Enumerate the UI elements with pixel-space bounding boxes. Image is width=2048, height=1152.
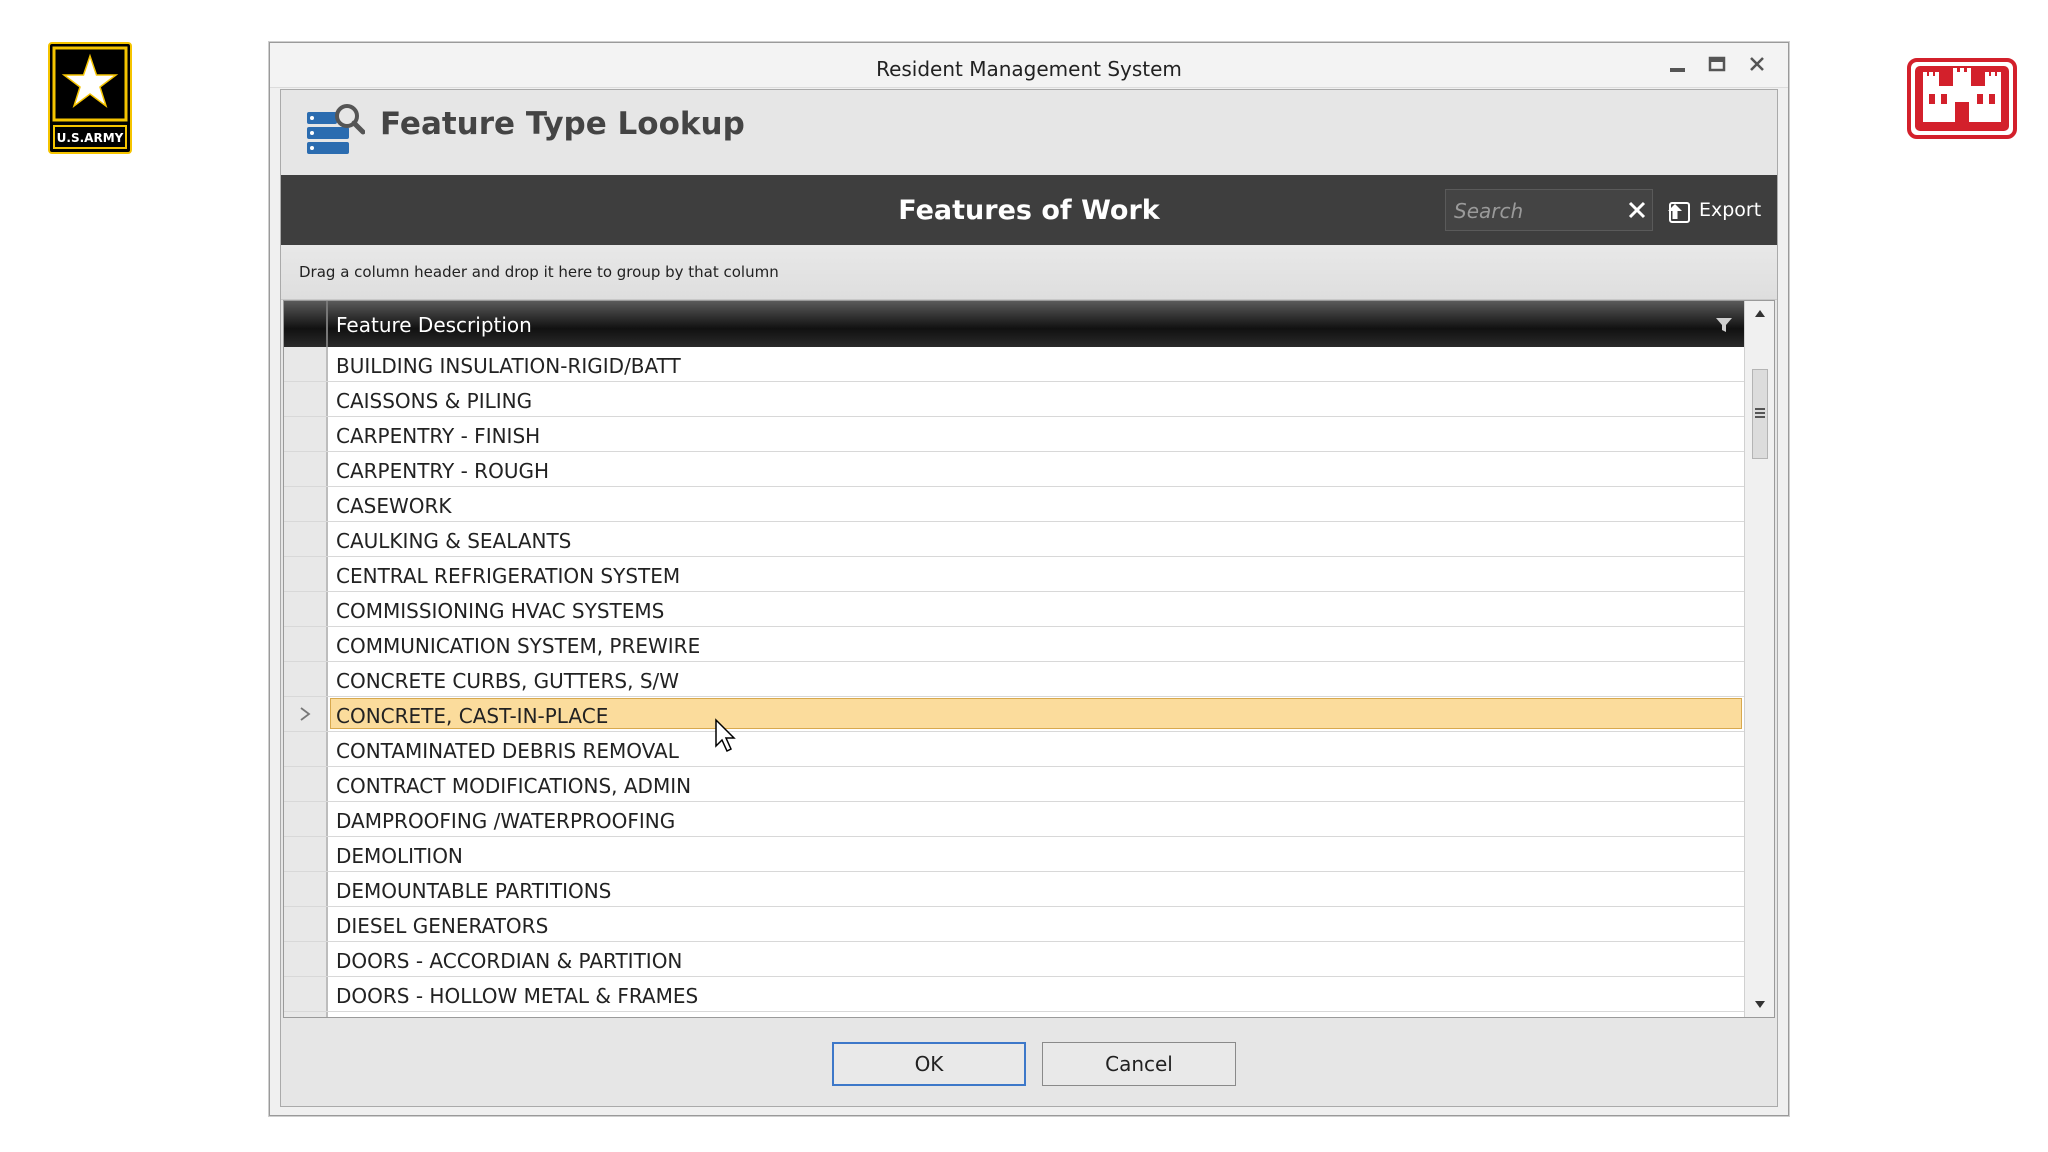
table-row[interactable]: CARPENTRY - ROUGH — [284, 452, 1744, 487]
feature-description-cell: COMMUNICATION SYSTEM, PREWIRE — [336, 634, 701, 658]
feature-description-cell: CONCRETE, CAST-IN-PLACE — [336, 704, 609, 728]
table-row[interactable]: CARPENTRY - FINISH — [284, 417, 1744, 452]
table-row[interactable]: CAULKING & SEALANTS — [284, 522, 1744, 557]
row-indicator[interactable] — [284, 802, 328, 836]
row-indicator[interactable] — [284, 942, 328, 976]
corps-of-engineers-castle-logo — [1907, 58, 2017, 139]
grid-header: Feature Description — [284, 301, 1744, 347]
row-indicator[interactable] — [284, 872, 328, 906]
scroll-thumb[interactable] — [1752, 369, 1768, 459]
minimize-icon[interactable] — [1662, 52, 1692, 78]
rms-window: Resident Management System Feature Type … — [269, 42, 1789, 1116]
row-indicator[interactable] — [284, 417, 328, 451]
feature-description-cell: DEMOUNTABLE PARTITIONS — [336, 879, 612, 903]
row-indicator[interactable] — [284, 452, 328, 486]
row-indicator[interactable] — [284, 557, 328, 591]
group-by-panel[interactable]: Drag a column header and drop it here to… — [281, 245, 1777, 300]
window-title: Resident Management System — [876, 57, 1182, 81]
features-toolbar: Features of Work Export — [281, 175, 1777, 245]
feature-description-cell: CENTRAL REFRIGERATION SYSTEM — [336, 564, 681, 588]
row-indicator[interactable] — [284, 382, 328, 416]
row-indicator[interactable] — [284, 347, 328, 381]
grid-rows: BUILDING INSULATION-RIGID/BATT CAISSONS &… — [284, 347, 1744, 1017]
us-army-logo-text: U.S.ARMY — [57, 131, 124, 145]
table-row[interactable]: DAMPROOFING /WATERPROOFING — [284, 802, 1744, 837]
table-row[interactable]: CONTAMINATED DEBRIS REMOVAL — [284, 732, 1744, 767]
feature-description-cell: CAISSONS & PILING — [336, 389, 533, 413]
feature-description-cell: DEMOLITION — [336, 844, 463, 868]
export-button[interactable]: Export — [1665, 189, 1765, 231]
row-indicator[interactable] — [284, 697, 328, 731]
row-indicator[interactable] — [284, 487, 328, 521]
feature-description-cell: CARPENTRY - FINISH — [336, 424, 541, 448]
database-search-icon — [307, 104, 365, 154]
lookup-header: Feature Type Lookup — [281, 90, 1777, 174]
row-indicator[interactable] — [284, 662, 328, 696]
search-box[interactable] — [1445, 189, 1653, 231]
row-indicator[interactable] — [284, 522, 328, 556]
row-indicator[interactable] — [284, 732, 328, 766]
table-row[interactable]: BUILDING INSULATION-RIGID/BATT — [284, 347, 1744, 382]
feature-description-cell: CARPENTRY - ROUGH — [336, 459, 549, 483]
table-row[interactable]: DOORS - HOLLOW METAL & FRAMES — [284, 977, 1744, 1012]
table-row[interactable]: DIESEL GENERATORS — [284, 907, 1744, 942]
row-indicator[interactable] — [284, 1012, 328, 1017]
feature-description-cell: CONCRETE CURBS, GUTTERS, S/W — [336, 669, 680, 693]
lookup-title: Feature Type Lookup — [380, 106, 745, 142]
feature-description-cell: DIESEL GENERATORS — [336, 914, 549, 938]
column-header-feature-description[interactable]: Feature Description — [336, 313, 532, 337]
feature-description-cell: DOORS - HOLLOW METAL & FRAMES — [336, 984, 699, 1008]
group-by-hint: Drag a column header and drop it here to… — [299, 263, 779, 281]
table-row[interactable]: CENTRAL REFRIGERATION SYSTEM — [284, 557, 1744, 592]
cancel-button[interactable]: Cancel — [1042, 1042, 1236, 1086]
table-row[interactable]: DEMOLITION — [284, 837, 1744, 872]
table-row[interactable]: DEMOUNTABLE PARTITIONS — [284, 872, 1744, 907]
export-label: Export — [1699, 199, 1762, 221]
feature-description-cell: DAMPROOFING /WATERPROOFING — [336, 809, 676, 833]
feature-description-cell: DOORS - ACCORDIAN & PARTITION — [336, 949, 683, 973]
scroll-up-arrow-icon[interactable] — [1753, 307, 1767, 319]
table-row[interactable] — [284, 1012, 1744, 1017]
row-indicator[interactable] — [284, 627, 328, 661]
table-row[interactable]: CASEWORK — [284, 487, 1744, 522]
feature-description-cell: CONTAMINATED DEBRIS REMOVAL — [336, 739, 679, 763]
table-row[interactable]: CAISSONS & PILING — [284, 382, 1744, 417]
title-bar[interactable]: Resident Management System — [270, 43, 1788, 88]
row-indicator[interactable] — [284, 977, 328, 1011]
feature-description-cell: CAULKING & SEALANTS — [336, 529, 572, 553]
row-indicator[interactable] — [284, 837, 328, 871]
features-grid: Feature Description BUILDING INSULATION-… — [283, 300, 1775, 1018]
feature-description-cell: CONTRACT MODIFICATIONS, ADMIN — [336, 774, 692, 798]
ok-button[interactable]: OK — [832, 1042, 1026, 1086]
row-indicator[interactable] — [284, 907, 328, 941]
row-indicator[interactable] — [284, 767, 328, 801]
table-row[interactable]: COMMUNICATION SYSTEM, PREWIRE — [284, 627, 1744, 662]
feature-description-cell: COMMISSIONING HVAC SYSTEMS — [336, 599, 665, 623]
table-row[interactable]: CONTRACT MODIFICATIONS, ADMIN — [284, 767, 1744, 802]
dialog-footer: OK Cancel — [281, 1020, 1777, 1106]
close-icon[interactable] — [1742, 52, 1772, 78]
header-indicator-cell — [284, 301, 328, 347]
feature-description-cell: CASEWORK — [336, 494, 452, 518]
search-input[interactable] — [1452, 196, 1616, 226]
table-row[interactable]: COMMISSIONING HVAC SYSTEMS — [284, 592, 1744, 627]
row-indicator[interactable] — [284, 592, 328, 626]
filter-icon[interactable] — [1714, 315, 1734, 335]
search-clear-icon[interactable] — [1626, 198, 1648, 222]
vertical-scrollbar[interactable] — [1744, 301, 1774, 1017]
table-row[interactable]: CONCRETE CURBS, GUTTERS, S/W — [284, 662, 1744, 697]
table-row[interactable]: DOORS - ACCORDIAN & PARTITION — [284, 942, 1744, 977]
maximize-icon[interactable] — [1702, 52, 1732, 78]
us-army-logo: U.S.ARMY — [48, 42, 132, 154]
scroll-down-arrow-icon[interactable] — [1753, 999, 1767, 1011]
table-row[interactable]: CONCRETE, CAST-IN-PLACE — [284, 697, 1744, 732]
chevron-right-icon — [300, 707, 311, 721]
lookup-dialog: Feature Type Lookup Features of Work Exp… — [280, 89, 1778, 1107]
grip-icon — [1755, 408, 1765, 418]
export-icon — [1668, 202, 1690, 223]
feature-description-cell: BUILDING INSULATION-RIGID/BATT — [336, 354, 681, 378]
